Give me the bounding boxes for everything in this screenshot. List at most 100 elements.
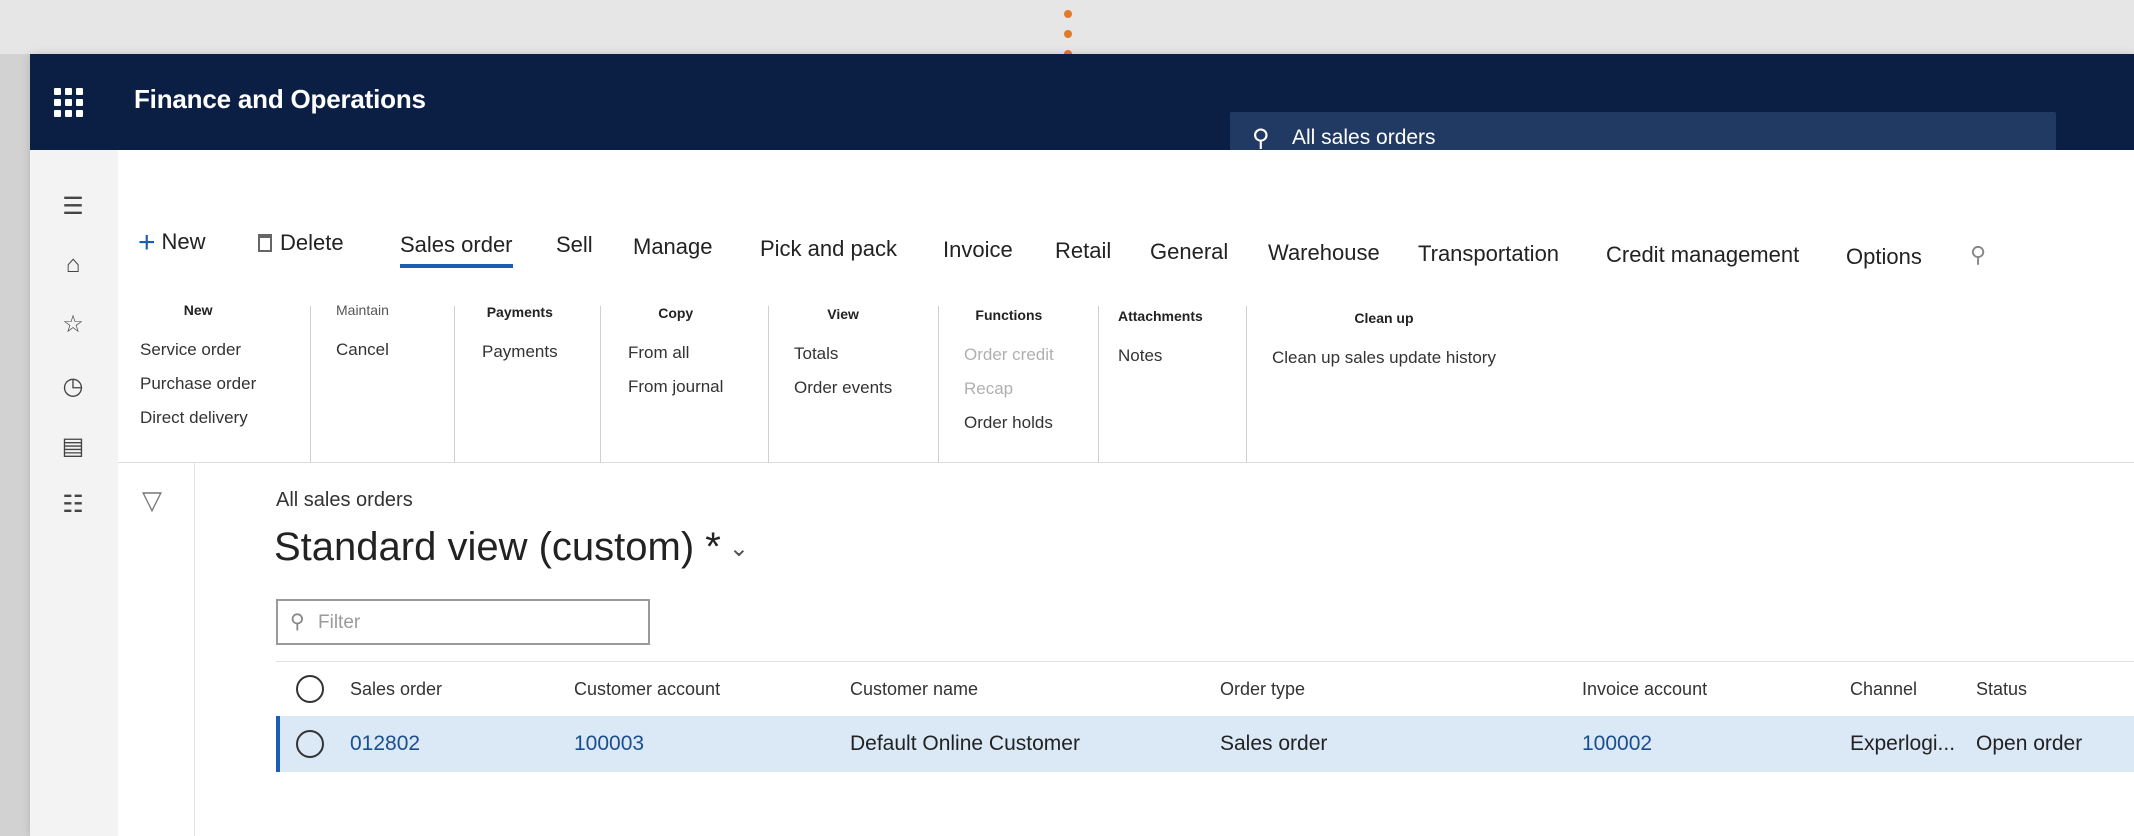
tab-sell[interactable]: Sell	[556, 232, 593, 258]
new-button-label: New	[161, 229, 206, 254]
column-header-sales-order[interactable]: Sales order	[350, 662, 442, 716]
column-header-customer-account[interactable]: Customer account	[574, 662, 720, 716]
tab-sales-order[interactable]: Sales order	[400, 232, 513, 268]
group-separator	[1246, 306, 1247, 462]
left-navigation: ☰ ⌂ ☆ ◷ ▤ ☷	[30, 150, 119, 836]
tab-invoice[interactable]: Invoice	[943, 237, 1013, 263]
search-text: All sales orders	[1292, 126, 1436, 149]
delete-button[interactable]: Delete	[258, 230, 344, 256]
from-all-button[interactable]: From all	[628, 343, 723, 363]
marker-dot	[1064, 30, 1072, 38]
filter-funnel-icon[interactable]: ▽	[142, 485, 162, 516]
tab-general[interactable]: General	[1150, 239, 1228, 265]
group-title: View	[827, 306, 859, 322]
home-icon[interactable]: ⌂	[58, 250, 88, 280]
sales-orders-grid: Sales order Customer account Customer na…	[276, 661, 2134, 774]
tab-options[interactable]: Options	[1846, 244, 1922, 270]
group-separator	[768, 306, 769, 462]
hamburger-icon[interactable]: ☰	[58, 192, 88, 222]
cancel-button[interactable]: Cancel	[336, 340, 389, 360]
group-functions: Functions Order credit Recap Order holds	[964, 307, 1054, 447]
plus-icon: +	[138, 226, 156, 259]
notes-button[interactable]: Notes	[1118, 346, 1203, 366]
search-icon: ⚲	[290, 611, 305, 633]
order-credit-button: Order credit	[964, 345, 1054, 364]
filter-input[interactable]	[316, 609, 640, 637]
cell-customer-name: Default Online Customer	[850, 732, 1080, 755]
cell-order-type: Sales order	[1220, 732, 1328, 755]
app-title: Finance and Operations	[134, 84, 426, 114]
group-view: View Totals Order events	[794, 306, 892, 412]
column-header-order-type[interactable]: Order type	[1220, 662, 1305, 716]
filter-pane-column: ▽	[118, 463, 195, 836]
tab-manage[interactable]: Manage	[633, 234, 713, 260]
app-window: Finance and Operations ⚲ All sales order…	[30, 54, 2134, 836]
cell-status: Open order	[1976, 732, 2083, 755]
top-bar: Finance and Operations ⚲ All sales order…	[30, 54, 2134, 162]
view-modified-marker: *	[705, 525, 721, 569]
cell-customer-account[interactable]: 100003	[574, 716, 644, 772]
tab-credit-management[interactable]: Credit management	[1606, 242, 1799, 268]
filter-box: ⚲	[276, 599, 650, 645]
order-events-button[interactable]: Order events	[794, 378, 892, 398]
main-content: ▽ All sales orders Standard view (custom…	[118, 463, 2134, 836]
group-separator	[1098, 306, 1099, 462]
payments-button[interactable]: Payments	[482, 342, 558, 362]
group-separator	[454, 306, 455, 462]
select-all-radio[interactable]	[296, 675, 324, 703]
cell-sales-order[interactable]: 012802	[350, 716, 420, 772]
cell-invoice-account[interactable]: 100002	[1582, 716, 1652, 772]
breadcrumb: All sales orders	[276, 489, 413, 511]
view-selector[interactable]: Standard view (custom) * ⌄	[274, 525, 749, 570]
group-title: Clean up	[1354, 310, 1414, 326]
background-shape	[0, 54, 30, 836]
list-icon[interactable]: ☷	[58, 490, 88, 520]
star-icon[interactable]: ☆	[58, 310, 88, 340]
group-new: New Service order Purchase order Direct …	[140, 302, 256, 442]
cell-channel: Experlogi...	[1850, 732, 1956, 755]
order-holds-button[interactable]: Order holds	[964, 413, 1054, 433]
marker-dot	[1064, 10, 1072, 18]
app-launcher-icon[interactable]	[54, 88, 84, 118]
group-title: Copy	[658, 305, 694, 321]
tab-pick-and-pack[interactable]: Pick and pack	[760, 236, 897, 262]
tab-warehouse[interactable]: Warehouse	[1268, 240, 1380, 266]
workspace-icon[interactable]: ▤	[58, 432, 88, 462]
column-header-status[interactable]: Status	[1976, 662, 2027, 716]
search-icon: ⚲	[1252, 125, 1270, 152]
group-separator	[600, 306, 601, 462]
column-header-customer-name[interactable]: Customer name	[850, 662, 978, 716]
delete-button-label: Delete	[280, 230, 344, 255]
group-separator	[938, 306, 939, 462]
clean-up-history-button[interactable]: Clean up sales update history	[1272, 348, 1496, 368]
tab-retail[interactable]: Retail	[1055, 238, 1111, 264]
purchase-order-button[interactable]: Purchase order	[140, 374, 256, 394]
table-row[interactable]: 012802 100003 Default Online Customer Sa…	[276, 716, 2134, 772]
service-order-button[interactable]: Service order	[140, 340, 256, 360]
ribbon-search-icon[interactable]: ⚲	[1970, 242, 1986, 268]
row-select-radio[interactable]	[296, 730, 324, 758]
group-title: Attachments	[1118, 308, 1203, 324]
direct-delivery-button[interactable]: Direct delivery	[140, 408, 256, 428]
group-maintain: Maintain Cancel	[336, 302, 389, 374]
page-title: Standard view (custom)	[274, 525, 695, 569]
action-ribbon: + New Delete Sales order Sell Manage Pick…	[118, 150, 2134, 463]
recap-button: Recap	[964, 379, 1014, 398]
column-header-channel[interactable]: Channel	[1850, 662, 1917, 716]
group-title: New	[183, 302, 213, 318]
new-button[interactable]: + New	[138, 226, 206, 260]
column-header-invoice-account[interactable]: Invoice account	[1582, 662, 1707, 716]
group-attachments: Attachments Notes	[1118, 308, 1203, 380]
clock-icon[interactable]: ◷	[58, 372, 88, 402]
from-journal-button[interactable]: From journal	[628, 377, 723, 397]
group-clean-up: Clean up Clean up sales update history	[1272, 310, 1496, 382]
group-title: Maintain	[336, 302, 389, 318]
tab-transportation[interactable]: Transportation	[1418, 241, 1559, 267]
trash-icon	[258, 234, 272, 252]
totals-button[interactable]: Totals	[794, 344, 892, 364]
group-separator	[310, 306, 311, 462]
chevron-down-icon: ⌄	[728, 535, 749, 562]
group-copy: Copy From all From journal	[628, 305, 723, 411]
group-title: Payments	[486, 304, 553, 320]
group-title: Functions	[975, 307, 1043, 323]
